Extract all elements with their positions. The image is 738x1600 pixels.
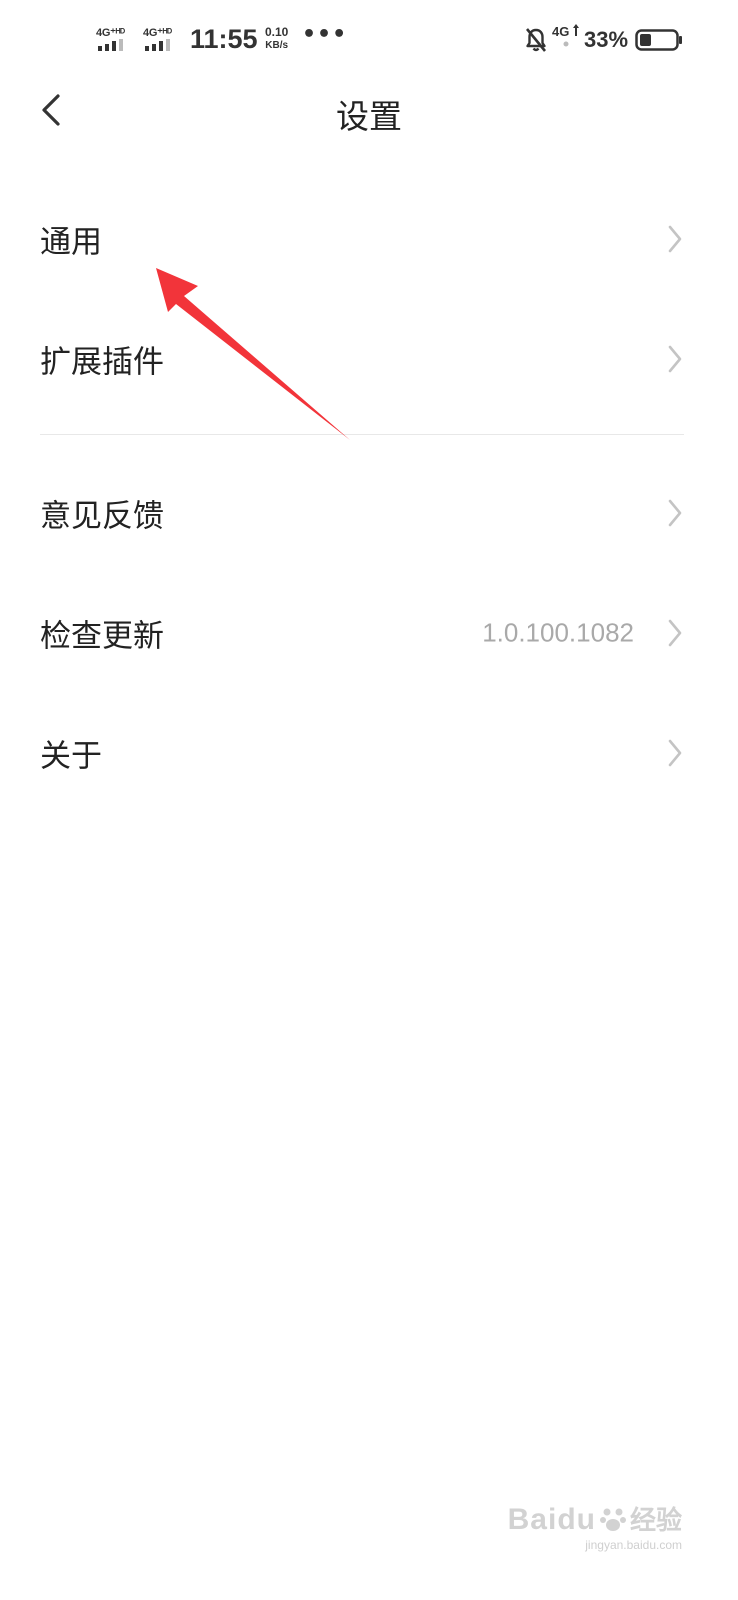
settings-item-about[interactable]: 关于 (0, 698, 738, 808)
settings-item-label: 扩展插件 (40, 344, 164, 381)
settings-item-check-update[interactable]: 检查更新 1.0.100.1082 (0, 578, 738, 688)
settings-item-feedback[interactable]: 意见反馈 (0, 458, 738, 568)
sim1-signal-icon: 4G⁺ᴴᴰ (96, 26, 136, 52)
sim2-network-label: 4G⁺ᴴᴰ (143, 27, 172, 39)
data-network-icon: 4G (552, 24, 580, 52)
battery-icon (635, 29, 682, 51)
network-speed-value: 0.10 (265, 25, 289, 39)
settings-item-label: 关于 (40, 738, 102, 775)
header: 设置 (0, 80, 738, 140)
notifications-muted-icon (525, 28, 547, 52)
data-network-label: 4G (552, 24, 570, 39)
chevron-right-icon (668, 499, 682, 527)
section-divider (40, 434, 684, 435)
baidu-watermark: Baidu 经验 jingyan.baidu.com (507, 1500, 682, 1552)
watermark-brand: Baidu (507, 1503, 596, 1536)
settings-item-extensions[interactable]: 扩展插件 (0, 304, 738, 414)
page-title: 设置 (336, 97, 402, 136)
status-time: 11:55 (190, 24, 258, 54)
chevron-right-icon (668, 345, 682, 373)
chevron-right-icon (668, 619, 682, 647)
chevron-right-icon (668, 225, 682, 253)
settings-item-label: 通用 (40, 224, 102, 261)
more-notifications-icon: ••• (302, 22, 348, 47)
settings-item-label: 检查更新 (40, 618, 164, 655)
battery-percent: 33% (584, 27, 629, 52)
watermark-suffix: 经验 (629, 1506, 682, 1536)
network-speed-unit: KB/s (265, 40, 289, 51)
settings-item-general[interactable]: 通用 (0, 184, 738, 294)
sim2-signal-icon: 4G⁺ᴴᴰ (143, 26, 183, 52)
settings-item-label: 意见反馈 (40, 498, 164, 535)
sim1-network-label: 4G⁺ᴴᴰ (96, 27, 125, 39)
chevron-right-icon (668, 739, 682, 767)
status-bar: 4G⁺ᴴᴰ 4G⁺ᴴᴰ 11:55 0.10 KB/s ••• 4G 33% (0, 0, 738, 80)
network-speed: 0.10 KB/s (265, 26, 288, 52)
version-number: 1.0.100.1082 (482, 617, 634, 648)
watermark-url: jingyan.baidu.com (585, 1538, 682, 1552)
paw-logo-icon (599, 1508, 626, 1531)
